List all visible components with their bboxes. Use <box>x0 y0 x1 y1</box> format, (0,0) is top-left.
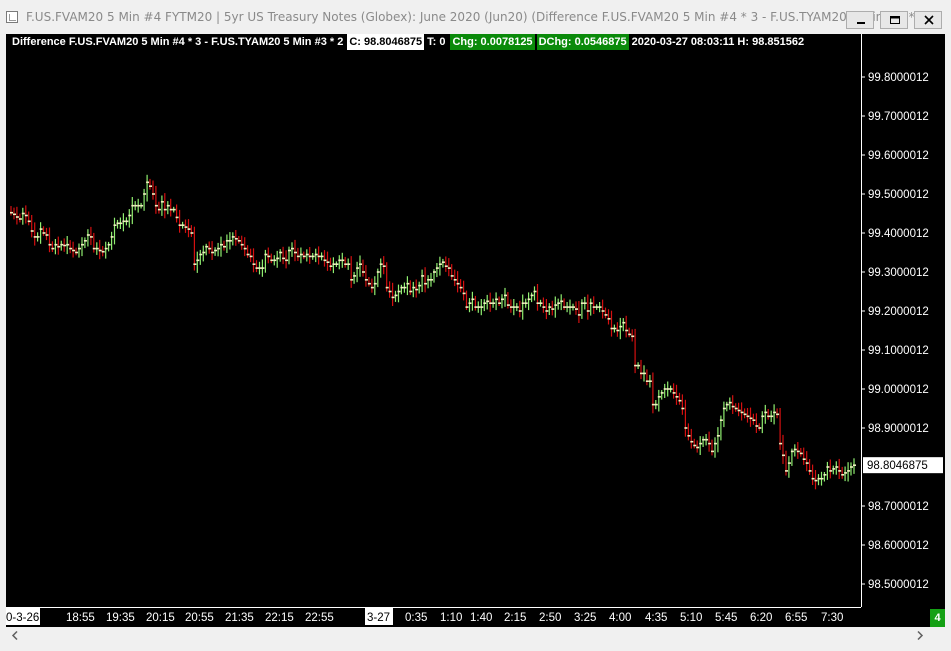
scroll-right-button[interactable] <box>911 627 928 644</box>
time-axis-date-label: 3-27 <box>367 612 390 624</box>
price-axis-label: 98.7000012 <box>868 501 929 513</box>
time-axis-label: 2:15 <box>504 612 526 624</box>
price-axis-label: 99.8000012 <box>868 72 929 84</box>
price-axis-label: 99.5000012 <box>868 189 929 201</box>
time-axis-label: 6:55 <box>785 612 807 624</box>
chevron-left-icon <box>11 631 18 640</box>
maximize-button[interactable] <box>880 11 908 29</box>
window-title: F.US.FVAM20 5 Min #4 FYTM20 | 5yr US Tre… <box>26 10 931 24</box>
timestamp-high-value: 2020-03-27 08:03:11 H: 98.851562 <box>631 36 805 48</box>
time-axis-label: 6:20 <box>750 612 772 624</box>
close-window-button[interactable] <box>914 11 942 29</box>
price-axis-label: 99.2000012 <box>868 306 929 318</box>
price-axis-label: 98.5000012 <box>868 579 929 591</box>
current-price-label: 98.8046875 <box>867 460 928 472</box>
price-axis-label: 98.6000012 <box>868 540 929 552</box>
time-axis-label: 1:40 <box>470 612 492 624</box>
time-axis-label: 7:30 <box>821 612 843 624</box>
trades-value: T: 0 <box>427 36 446 48</box>
time-axis-date-label: 0-3-26 <box>6 612 39 624</box>
maximize-icon <box>890 16 900 24</box>
time-axis-label: 19:35 <box>106 612 135 624</box>
time-axis-label: 4:35 <box>645 612 667 624</box>
price-axis-label: 99.6000012 <box>868 150 929 162</box>
time-axis-label: 22:55 <box>305 612 334 624</box>
time-axis-label: 18:55 <box>66 612 95 624</box>
close-icon <box>924 15 934 25</box>
daily-change-value: DChg: 0.0546875 <box>536 34 629 50</box>
price-axis-label: 99.1000012 <box>868 345 929 357</box>
time-axis-label: 4:00 <box>609 612 631 624</box>
chevron-right-icon <box>917 631 924 640</box>
time-axis-label: 21:35 <box>225 612 254 624</box>
price-chart[interactable]: 99.8000012 99.7000012 99.6000012 99.5000012… <box>6 34 945 627</box>
app-window-icon <box>6 11 18 23</box>
study-title: Difference F.US.FVAM20 5 Min #4 * 3 - F.… <box>12 36 344 48</box>
chart-number-badge[interactable]: 4 <box>930 609 945 627</box>
time-axis-label: 20:15 <box>146 612 175 624</box>
chart-info-bar: Difference F.US.FVAM20 5 Min #4 * 3 - F.… <box>6 34 861 50</box>
time-axis-label: 3:25 <box>574 612 596 624</box>
time-axis-label: 5:45 <box>715 612 737 624</box>
price-axis-label: 99.3000012 <box>868 267 929 279</box>
horizontal-scrollbar[interactable] <box>6 627 945 644</box>
time-axis-label: 5:10 <box>680 612 702 624</box>
time-axis-label: 0:35 <box>405 612 427 624</box>
minimize-button[interactable] <box>846 11 874 29</box>
scroll-left-button[interactable] <box>6 627 23 644</box>
close-value: C: 98.8046875 <box>347 34 425 50</box>
change-value: Chg: 0.0078125 <box>450 34 535 50</box>
minimize-icon <box>857 22 865 24</box>
price-axis-label: 98.9000012 <box>868 423 929 435</box>
price-axis-label: 99.4000012 <box>868 228 929 240</box>
price-axis-label: 99.0000012 <box>868 384 929 396</box>
time-axis-label: 22:15 <box>265 612 294 624</box>
time-axis-label: 2:50 <box>539 612 561 624</box>
chart-plot-area[interactable]: 99.8000012 99.7000012 99.6000012 99.5000012… <box>6 34 945 627</box>
window-titlebar: F.US.FVAM20 5 Min #4 FYTM20 | 5yr US Tre… <box>0 0 951 34</box>
time-axis-label: 1:10 <box>440 612 462 624</box>
price-axis-label: 99.7000012 <box>868 111 929 123</box>
time-axis-label: 20:55 <box>185 612 214 624</box>
